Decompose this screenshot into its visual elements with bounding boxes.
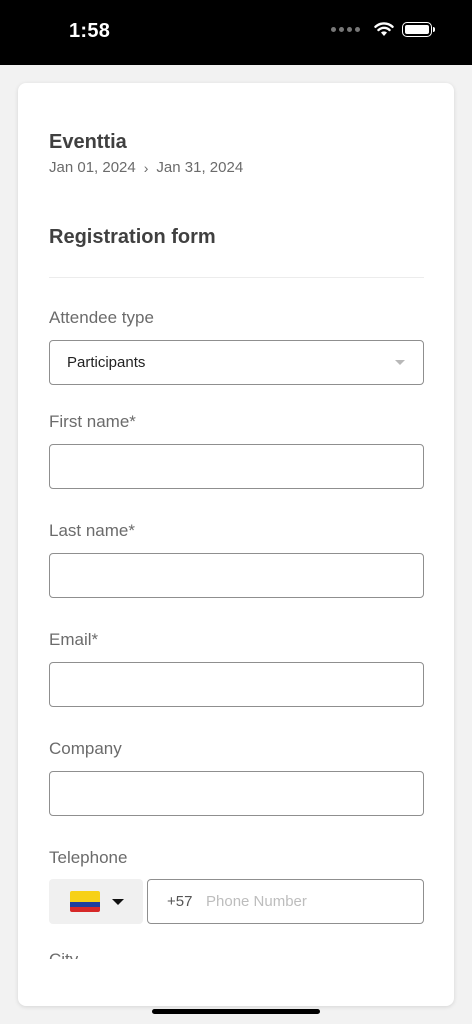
first-name-label: First name* (49, 412, 136, 431)
wifi-icon (374, 22, 394, 36)
last-name-input[interactable] (49, 553, 424, 598)
city-label: City (49, 949, 78, 959)
telephone-label: Telephone (49, 848, 128, 867)
colombia-flag-icon (70, 891, 100, 912)
chevron-right-icon: › (143, 159, 149, 176)
divider (49, 277, 424, 278)
email-input[interactable] (49, 662, 424, 707)
last-name-label: Last name* (49, 521, 135, 540)
home-indicator (152, 1009, 320, 1014)
signal-icon (331, 27, 360, 32)
first-name-input[interactable] (49, 444, 424, 489)
status-bar: 1:58 (0, 0, 472, 65)
dial-code: +57 (167, 893, 193, 910)
caret-down-icon (395, 360, 405, 365)
form-title: Registration form (49, 226, 216, 248)
battery-icon (402, 22, 435, 37)
company-input[interactable] (49, 771, 424, 816)
company-label: Company (49, 739, 122, 758)
email-label: Email* (49, 630, 99, 649)
event-dates: Jan 01, 2024 › Jan 31, 2024 (49, 159, 243, 176)
caret-down-icon (112, 899, 124, 905)
event-name: Eventtia (49, 131, 127, 153)
status-time: 1:58 (69, 20, 111, 42)
registration-card: Eventtia Jan 01, 2024 › Jan 31, 2024 Reg… (18, 83, 454, 1006)
event-start-date: Jan 01, 2024 (49, 159, 136, 176)
country-select-button[interactable] (49, 879, 143, 924)
phone-placeholder: Phone Number (206, 893, 307, 910)
attendee-type-label: Attendee type (49, 308, 154, 327)
event-end-date: Jan 31, 2024 (156, 159, 244, 176)
phone-number-input[interactable]: +57 Phone Number (147, 879, 424, 924)
attendee-type-value: Participants (67, 354, 146, 371)
attendee-type-select[interactable]: Participants (49, 340, 424, 385)
status-icons (331, 22, 435, 37)
